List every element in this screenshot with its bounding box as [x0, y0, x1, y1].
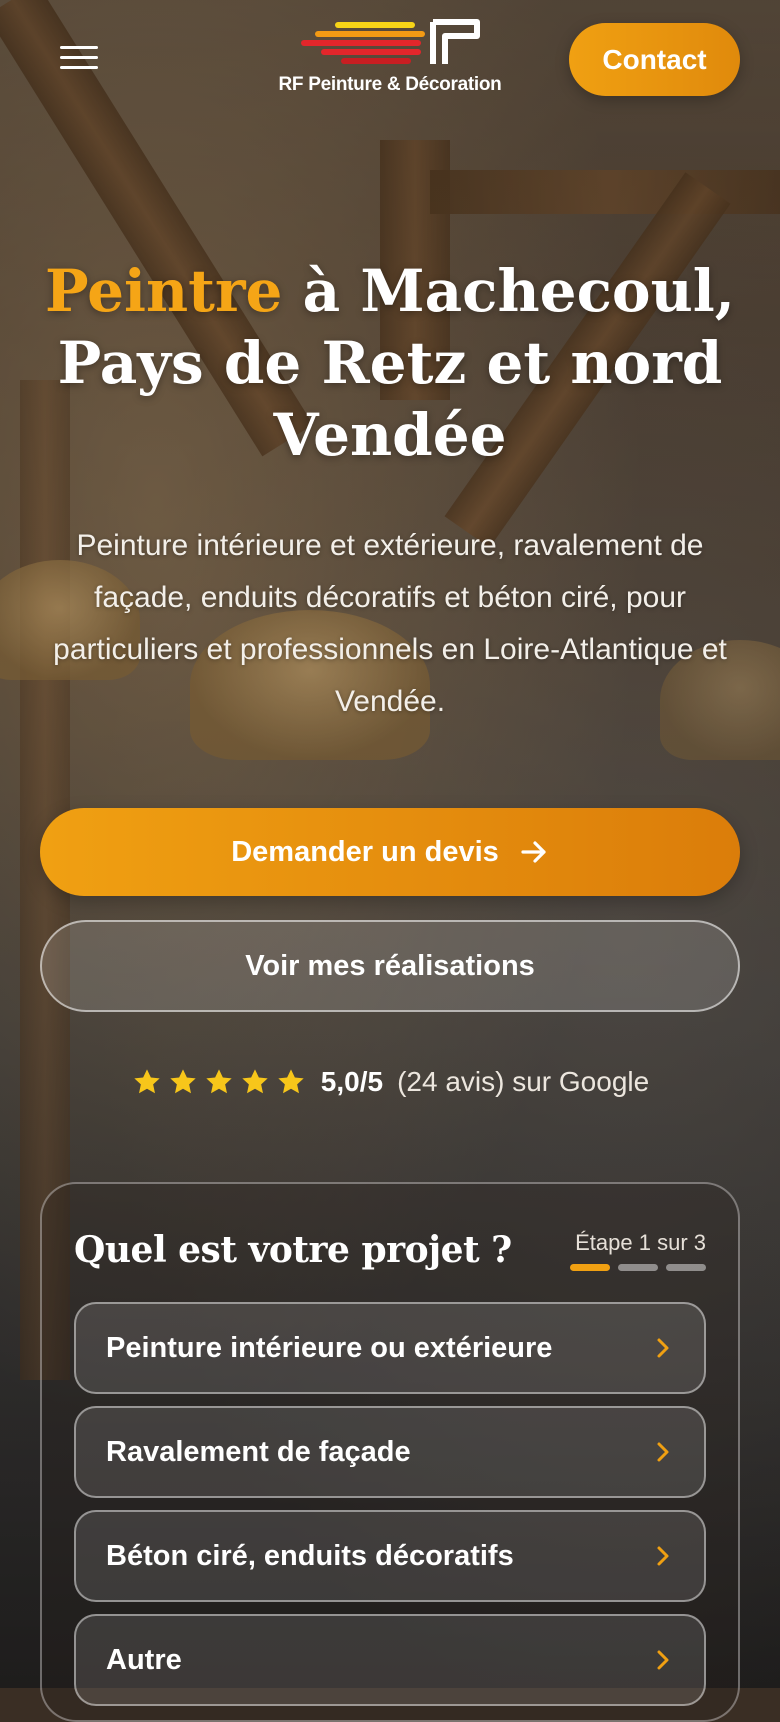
step-bar-3: [666, 1264, 706, 1271]
star-icon: [206, 1069, 232, 1094]
hero-title: Peintre à Machecoul, Pays de Retz et nor…: [40, 255, 740, 471]
request-quote-label: Demander un devis: [231, 835, 499, 868]
step-bar-1: [570, 1264, 610, 1271]
project-option-interior-exterior[interactable]: Peinture intérieure ou extérieure: [74, 1302, 706, 1394]
star-icon: [278, 1069, 304, 1094]
star-icon: [242, 1069, 268, 1094]
step-indicator-label: Étape 1 sur 3: [575, 1230, 706, 1255]
hamburger-menu-icon[interactable]: [60, 46, 98, 74]
chevron-right-icon: [657, 1338, 669, 1358]
hero-subtitle: Peinture intérieure et extérieure, raval…: [53, 529, 727, 718]
project-option-beton-cire[interactable]: Béton ciré, enduits décoratifs: [74, 1510, 706, 1602]
request-quote-button[interactable]: Demander un devis: [40, 808, 740, 896]
project-option-facade[interactable]: Ravalement de façade: [74, 1406, 706, 1498]
contact-button[interactable]: Contact: [569, 23, 740, 96]
arrow-right-icon: [521, 841, 546, 863]
chevron-right-icon: [657, 1442, 669, 1462]
chevron-right-icon: [657, 1650, 669, 1670]
site-header: RF Peinture & Décoration Contact: [0, 0, 780, 120]
project-wizard-card: Quel est votre projet ? Étape 1 sur 3 Pe…: [40, 1182, 740, 1722]
chevron-right-icon: [657, 1546, 669, 1566]
project-option-label: Béton ciré, enduits décoratifs: [106, 1539, 514, 1572]
star-icon: [170, 1069, 196, 1094]
hero-title-accent: Peintre: [45, 257, 283, 325]
project-option-label: Autre: [106, 1643, 182, 1676]
step-progress: [570, 1264, 706, 1271]
rating-score: 5,0/5: [320, 1066, 384, 1097]
google-rating: 5,0/5 (24 avis) sur Google: [0, 1060, 780, 1104]
project-option-other[interactable]: Autre: [74, 1614, 706, 1706]
step-bar-2: [618, 1264, 658, 1271]
paint-roller-logo-icon: [301, 19, 480, 64]
project-option-label: Ravalement de façade: [106, 1435, 411, 1468]
project-wizard-title: Quel est votre projet ?: [74, 1229, 512, 1271]
view-projects-button[interactable]: Voir mes réalisations: [40, 920, 740, 1012]
rating-stars: [131, 1066, 307, 1098]
project-option-label: Peinture intérieure ou extérieure: [106, 1331, 553, 1364]
star-icon: [134, 1069, 160, 1094]
brand-logo[interactable]: RF Peinture & Décoration: [270, 18, 510, 108]
brand-name: RF Peinture & Décoration: [278, 74, 502, 95]
rating-details: (24 avis) sur Google: [397, 1066, 650, 1097]
